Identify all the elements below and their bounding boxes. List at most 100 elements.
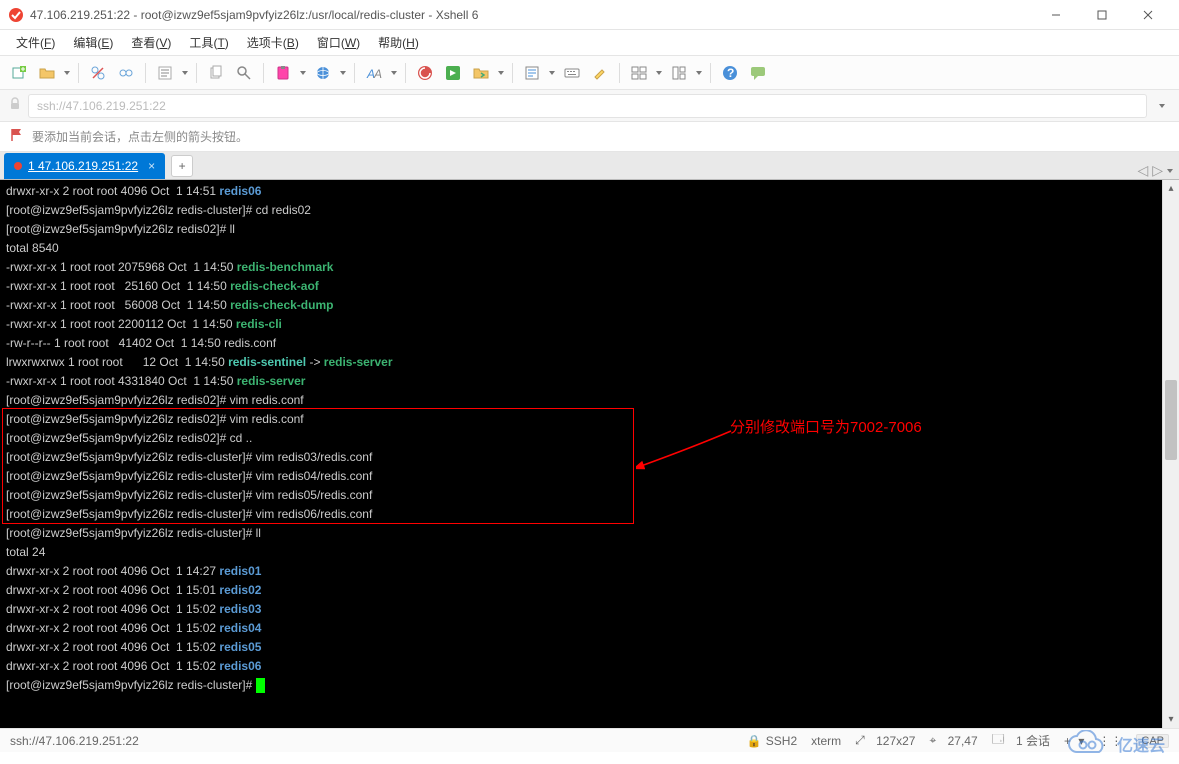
- status-position: ⌖ 27,47: [929, 733, 977, 748]
- app-icon: [8, 7, 24, 23]
- new-tab-button[interactable]: +: [171, 155, 193, 177]
- session-tab[interactable]: 1 47.106.219.251:22 ×: [4, 153, 165, 179]
- highlight-icon[interactable]: [587, 60, 613, 86]
- open-session-dropdown[interactable]: [62, 71, 72, 75]
- new-session-icon[interactable]: [6, 60, 32, 86]
- font-icon[interactable]: AA: [361, 60, 387, 86]
- address-input[interactable]: ssh://47.106.219.251:22: [28, 94, 1147, 118]
- cloud-icon: [1063, 730, 1111, 758]
- tab-close-icon[interactable]: ×: [148, 159, 155, 173]
- sessions-icon: 🗔: [992, 730, 1005, 751]
- menu-tools[interactable]: 工具(T): [181, 31, 236, 54]
- layout-icon[interactable]: [626, 60, 652, 86]
- chat-icon[interactable]: [745, 60, 771, 86]
- terminal[interactable]: drwxr-xr-x 2 root root 4096 Oct 1 14:51 …: [0, 180, 1162, 728]
- folder-transfer-icon[interactable]: [468, 60, 494, 86]
- menubar: 文件(F) 编辑(E) 查看(V) 工具(T) 选项卡(B) 窗口(W) 帮助(…: [0, 30, 1179, 56]
- tab-next-icon[interactable]: ▷: [1152, 162, 1163, 179]
- properties-icon[interactable]: [152, 60, 178, 86]
- status-address: ssh://47.106.219.251:22: [10, 734, 733, 748]
- open-session-icon[interactable]: [34, 60, 60, 86]
- info-text: 要添加当前会话，点击左侧的箭头按钮。: [32, 128, 248, 145]
- terminal-line: drwxr-xr-x 2 root root 4096 Oct 1 15:01 …: [6, 581, 1156, 600]
- position-icon: ⌖: [929, 733, 936, 748]
- tile-dropdown[interactable]: [694, 71, 704, 75]
- tile-icon[interactable]: [666, 60, 692, 86]
- terminal-line: -rw-r--r-- 1 root root 41402 Oct 1 14:50…: [6, 334, 1156, 353]
- terminal-line: [root@izwz9ef5sjam9pvfyiz26lz redis02]# …: [6, 220, 1156, 239]
- address-dropdown[interactable]: [1153, 104, 1171, 108]
- terminal-line: drwxr-xr-x 2 root root 4096 Oct 1 15:02 …: [6, 600, 1156, 619]
- annotation-box: [2, 408, 634, 524]
- status-size: ⤢ 127x27: [855, 733, 915, 748]
- menu-edit[interactable]: 编辑(E): [65, 31, 121, 54]
- terminal-line: total 8540: [6, 239, 1156, 258]
- tab-status-icon: [14, 162, 22, 170]
- terminal-line: drwxr-xr-x 2 root root 4096 Oct 1 15:02 …: [6, 657, 1156, 676]
- scrollbar-thumb[interactable]: [1165, 380, 1177, 460]
- tab-prev-icon[interactable]: ◁: [1137, 162, 1148, 179]
- lock-icon: [8, 97, 22, 114]
- scroll-up-icon[interactable]: ▴: [1163, 180, 1179, 197]
- scrollbar[interactable]: ▴ ▾: [1162, 180, 1179, 728]
- menu-tabs[interactable]: 选项卡(B): [239, 31, 307, 54]
- reconnect-icon[interactable]: [113, 60, 139, 86]
- svg-text:?: ?: [727, 66, 734, 80]
- menu-window[interactable]: 窗口(W): [309, 31, 368, 54]
- terminal-line: -rwxr-xr-x 1 root root 56008 Oct 1 14:50…: [6, 296, 1156, 315]
- script-dropdown[interactable]: [547, 71, 557, 75]
- resize-icon: ⤢: [855, 733, 865, 748]
- minimize-button[interactable]: [1033, 0, 1079, 30]
- terminal-line: lrwxrwxrwx 1 root root 12 Oct 1 14:50 re…: [6, 353, 1156, 372]
- info-bar: 要添加当前会话，点击左侧的箭头按钮。: [0, 122, 1179, 152]
- tab-menu-icon[interactable]: [1167, 169, 1173, 173]
- window-controls: [1033, 0, 1171, 30]
- paste-dropdown[interactable]: [298, 71, 308, 75]
- separator-icon: [354, 63, 355, 83]
- terminal-line: [root@izwz9ef5sjam9pvfyiz26lz redis-clus…: [6, 676, 1156, 695]
- tab-title: 1 47.106.219.251:22: [28, 159, 138, 173]
- paste-icon[interactable]: [270, 60, 296, 86]
- script-icon[interactable]: [519, 60, 545, 86]
- keyboard-icon[interactable]: [559, 60, 585, 86]
- xftp-icon[interactable]: [440, 60, 466, 86]
- disconnect-icon[interactable]: [85, 60, 111, 86]
- separator-icon: [263, 63, 264, 83]
- maximize-button[interactable]: [1079, 0, 1125, 30]
- window-title: 47.106.219.251:22 - root@izwz9ef5sjam9pv…: [30, 8, 1033, 22]
- separator-icon: [512, 63, 513, 83]
- annotation-arrow-icon: [636, 426, 736, 476]
- status-bar: ssh://47.106.219.251:22 🔒SSH2 xterm ⤢ 12…: [0, 728, 1179, 752]
- find-icon[interactable]: [231, 60, 257, 86]
- titlebar: 47.106.219.251:22 - root@izwz9ef5sjam9pv…: [0, 0, 1179, 30]
- flag-icon[interactable]: [10, 128, 24, 145]
- terminal-line: drwxr-xr-x 2 root root 4096 Oct 1 15:02 …: [6, 619, 1156, 638]
- menu-file[interactable]: 文件(F): [8, 31, 63, 54]
- watermark-text: 亿速云: [1117, 732, 1165, 756]
- menu-view[interactable]: 查看(V): [123, 31, 179, 54]
- terminal-line: [root@izwz9ef5sjam9pvfyiz26lz redis-clus…: [6, 524, 1156, 543]
- globe-icon[interactable]: [310, 60, 336, 86]
- terminal-line: drwxr-xr-x 2 root root 4096 Oct 1 15:02 …: [6, 638, 1156, 657]
- terminal-line: -rwxr-xr-x 1 root root 25160 Oct 1 14:50…: [6, 277, 1156, 296]
- layout-dropdown[interactable]: [654, 71, 664, 75]
- font-dropdown[interactable]: [389, 71, 399, 75]
- xagent-icon[interactable]: [412, 60, 438, 86]
- copy-icon[interactable]: [203, 60, 229, 86]
- terminal-area: drwxr-xr-x 2 root root 4096 Oct 1 14:51 …: [0, 180, 1179, 728]
- scroll-down-icon[interactable]: ▾: [1163, 711, 1179, 728]
- folder-transfer-dropdown[interactable]: [496, 71, 506, 75]
- close-button[interactable]: [1125, 0, 1171, 30]
- separator-icon: [145, 63, 146, 83]
- status-protocol: 🔒SSH2: [747, 734, 797, 748]
- globe-dropdown[interactable]: [338, 71, 348, 75]
- menu-help[interactable]: 帮助(H): [370, 31, 427, 54]
- terminal-line: drwxr-xr-x 2 root root 4096 Oct 1 14:27 …: [6, 562, 1156, 581]
- properties-dropdown[interactable]: [180, 71, 190, 75]
- terminal-line: [root@izwz9ef5sjam9pvfyiz26lz redis-clus…: [6, 201, 1156, 220]
- svg-text:A: A: [373, 67, 382, 81]
- separator-icon: [196, 63, 197, 83]
- separator-icon: [78, 63, 79, 83]
- terminal-line: drwxr-xr-x 2 root root 4096 Oct 1 14:51 …: [6, 182, 1156, 201]
- help-icon[interactable]: ?: [717, 60, 743, 86]
